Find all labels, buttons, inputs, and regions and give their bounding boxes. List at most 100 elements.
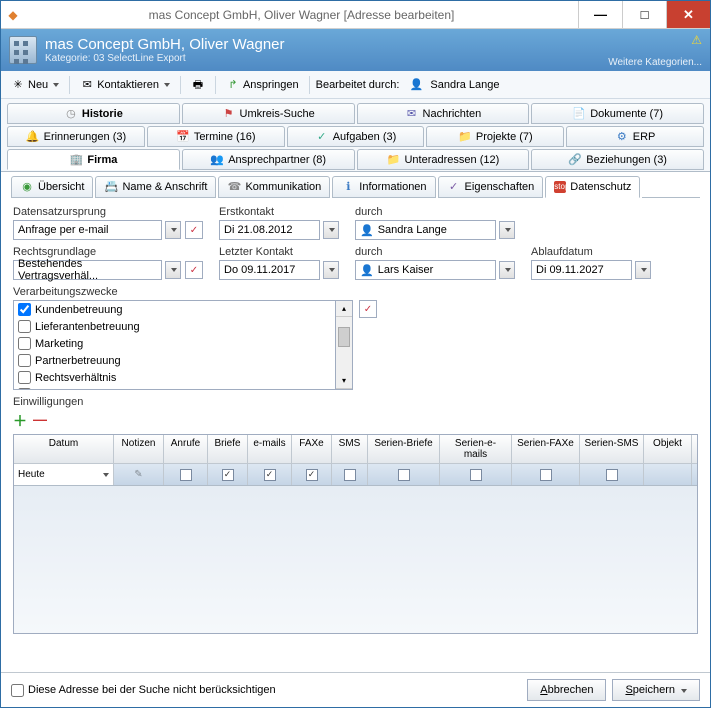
- contact-icon: ✉: [80, 78, 94, 92]
- cell-serien-sms[interactable]: [580, 464, 644, 485]
- col-serien-emails[interactable]: Serien-e-mails: [440, 435, 512, 463]
- remove-row-button[interactable]: —: [33, 411, 47, 431]
- minimize-button[interactable]: —: [578, 1, 622, 28]
- zwecke-scrollbar[interactable]: ▴ ▾: [336, 300, 353, 390]
- cell-notizen[interactable]: ✎: [114, 464, 164, 485]
- zwecke-item-kundenbetreuung[interactable]: Kundenbetreuung: [14, 301, 335, 318]
- col-serien-briefe[interactable]: Serien-Briefe: [368, 435, 440, 463]
- cell-briefe[interactable]: [208, 464, 248, 485]
- jump-button[interactable]: ↱Anspringen: [222, 76, 303, 94]
- tab-dokumente[interactable]: 📄Dokumente (7): [531, 103, 704, 124]
- chevron-down-icon[interactable]: [323, 221, 339, 239]
- checkbox[interactable]: [18, 303, 31, 316]
- cell-emails[interactable]: [248, 464, 292, 485]
- chevron-down-icon[interactable]: [103, 473, 109, 477]
- checkbox[interactable]: [18, 371, 31, 384]
- location-icon: ⚑: [222, 107, 236, 121]
- col-emails[interactable]: e-mails: [248, 435, 292, 463]
- print-button[interactable]: 🖶: [187, 76, 209, 94]
- cell-datum[interactable]: Heute: [14, 464, 114, 485]
- col-anrufe[interactable]: Anrufe: [164, 435, 208, 463]
- subtab-eigenschaften[interactable]: ✓Eigenschaften: [438, 176, 544, 198]
- tab-erp[interactable]: ⚙ERP: [566, 126, 704, 147]
- more-categories-link[interactable]: Weitere Kategorien...: [608, 57, 702, 68]
- tab-nachrichten[interactable]: ✉Nachrichten: [357, 103, 530, 124]
- flag-button[interactable]: ✓: [185, 221, 203, 239]
- cell-serien-briefe[interactable]: [368, 464, 440, 485]
- zwecke-item-support[interactable]: Support: [14, 386, 335, 390]
- flag-button[interactable]: ✓: [359, 300, 377, 318]
- cell-sms[interactable]: [332, 464, 368, 485]
- checkbox[interactable]: [18, 388, 31, 390]
- tab-umkreis[interactable]: ⚑Umkreis-Suche: [182, 103, 355, 124]
- subtab-uebersicht[interactable]: ◉Übersicht: [11, 176, 93, 198]
- rechtsgrundlage-combo[interactable]: Bestehendes Vertragsverhäl...: [13, 260, 162, 280]
- exclude-search-checkbox[interactable]: [11, 684, 24, 697]
- letzter-kontakt-date[interactable]: Do 09.11.2017: [219, 260, 320, 280]
- zwecke-item-rechtsverhaeltnis[interactable]: Rechtsverhältnis: [14, 369, 335, 386]
- zwecke-list[interactable]: Kundenbetreuung Lieferantenbetreuung Mar…: [13, 300, 336, 390]
- chevron-down-icon[interactable]: [165, 221, 181, 239]
- tab-beziehungen[interactable]: 🔗Beziehungen (3): [531, 149, 704, 170]
- subtab-informationen[interactable]: ℹInformationen: [332, 176, 435, 198]
- zwecke-item-partnerbetreuung[interactable]: Partnerbetreuung: [14, 352, 335, 369]
- checkbox[interactable]: [18, 337, 31, 350]
- tab-erinnerungen[interactable]: 🔔Erinnerungen (3): [7, 126, 145, 147]
- window-title: mas Concept GmbH, Oliver Wagner [Adresse…: [25, 8, 578, 22]
- scroll-down-icon[interactable]: ▾: [336, 373, 352, 389]
- durch2-combo[interactable]: 👤Lars Kaiser: [355, 260, 496, 280]
- subtab-name-anschrift[interactable]: 📇Name & Anschrift: [95, 176, 216, 198]
- tab-ansprechpartner[interactable]: 👥Ansprechpartner (8): [182, 149, 355, 170]
- checkbox[interactable]: [18, 354, 31, 367]
- erstkontakt-date[interactable]: Di 21.08.2012: [219, 220, 320, 240]
- tab-unteradressen[interactable]: 📁Unteradressen (12): [357, 149, 530, 170]
- zwecke-item-lieferantenbetreuung[interactable]: Lieferantenbetreuung: [14, 318, 335, 335]
- col-notizen[interactable]: Notizen: [114, 435, 164, 463]
- new-button[interactable]: ✳Neu: [7, 76, 63, 94]
- tab-aufgaben[interactable]: ✓Aufgaben (3): [287, 126, 425, 147]
- col-faxe[interactable]: FAXe: [292, 435, 332, 463]
- flag-button[interactable]: ✓: [185, 261, 203, 279]
- tab-historie[interactable]: ◷Historie: [7, 103, 180, 124]
- grid-row[interactable]: Heute ✎: [14, 464, 697, 486]
- chevron-down-icon[interactable]: [635, 261, 651, 279]
- subtab-kommunikation[interactable]: ☎Kommunikation: [218, 176, 330, 198]
- chevron-down-icon[interactable]: [499, 221, 515, 239]
- subtab-datenschutz[interactable]: stopDatenschutz: [545, 176, 640, 198]
- cell-serien-emails[interactable]: [440, 464, 512, 485]
- col-briefe[interactable]: Briefe: [208, 435, 248, 463]
- col-serien-sms[interactable]: Serien-SMS: [580, 435, 644, 463]
- maximize-button[interactable]: □: [622, 1, 666, 28]
- cancel-button[interactable]: Abbrechen: [527, 679, 606, 701]
- edited-by-user[interactable]: 👤Sandra Lange: [405, 76, 503, 94]
- datensatzursprung-combo[interactable]: Anfrage per e-mail: [13, 220, 162, 240]
- chevron-down-icon[interactable]: [499, 261, 515, 279]
- durch1-combo[interactable]: 👤Sandra Lange: [355, 220, 496, 240]
- col-serien-faxe[interactable]: Serien-FAXe: [512, 435, 580, 463]
- scroll-up-icon[interactable]: ▴: [336, 301, 352, 317]
- form-area: Datensatzursprung Anfrage per e-mail ✓ E…: [1, 198, 710, 642]
- tab-firma[interactable]: 🏢Firma: [7, 149, 180, 170]
- field-ablaufdatum: Ablaufdatum Di 09.11.2027: [531, 246, 651, 280]
- zwecke-listbox: Kundenbetreuung Lieferantenbetreuung Mar…: [13, 300, 353, 390]
- chevron-down-icon[interactable]: [323, 261, 339, 279]
- cell-anrufe[interactable]: [164, 464, 208, 485]
- cell-faxe[interactable]: [292, 464, 332, 485]
- cell-objekt[interactable]: [644, 464, 692, 485]
- scroll-thumb[interactable]: [338, 327, 350, 347]
- save-button[interactable]: Speichern: [612, 679, 700, 701]
- chevron-down-icon[interactable]: [165, 261, 181, 279]
- tab-termine[interactable]: 📅Termine (16): [147, 126, 285, 147]
- contact-button[interactable]: ✉Kontaktieren: [76, 76, 174, 94]
- ablaufdatum-date[interactable]: Di 09.11.2027: [531, 260, 632, 280]
- person-icon: 👤: [409, 78, 423, 92]
- cell-serien-faxe[interactable]: [512, 464, 580, 485]
- col-datum[interactable]: Datum: [14, 435, 114, 463]
- zwecke-item-marketing[interactable]: Marketing: [14, 335, 335, 352]
- col-objekt[interactable]: Objekt: [644, 435, 692, 463]
- col-sms[interactable]: SMS: [332, 435, 368, 463]
- add-row-button[interactable]: ＋: [13, 411, 27, 431]
- close-button[interactable]: ✕: [666, 1, 710, 28]
- checkbox[interactable]: [18, 320, 31, 333]
- tab-projekte[interactable]: 📁Projekte (7): [426, 126, 564, 147]
